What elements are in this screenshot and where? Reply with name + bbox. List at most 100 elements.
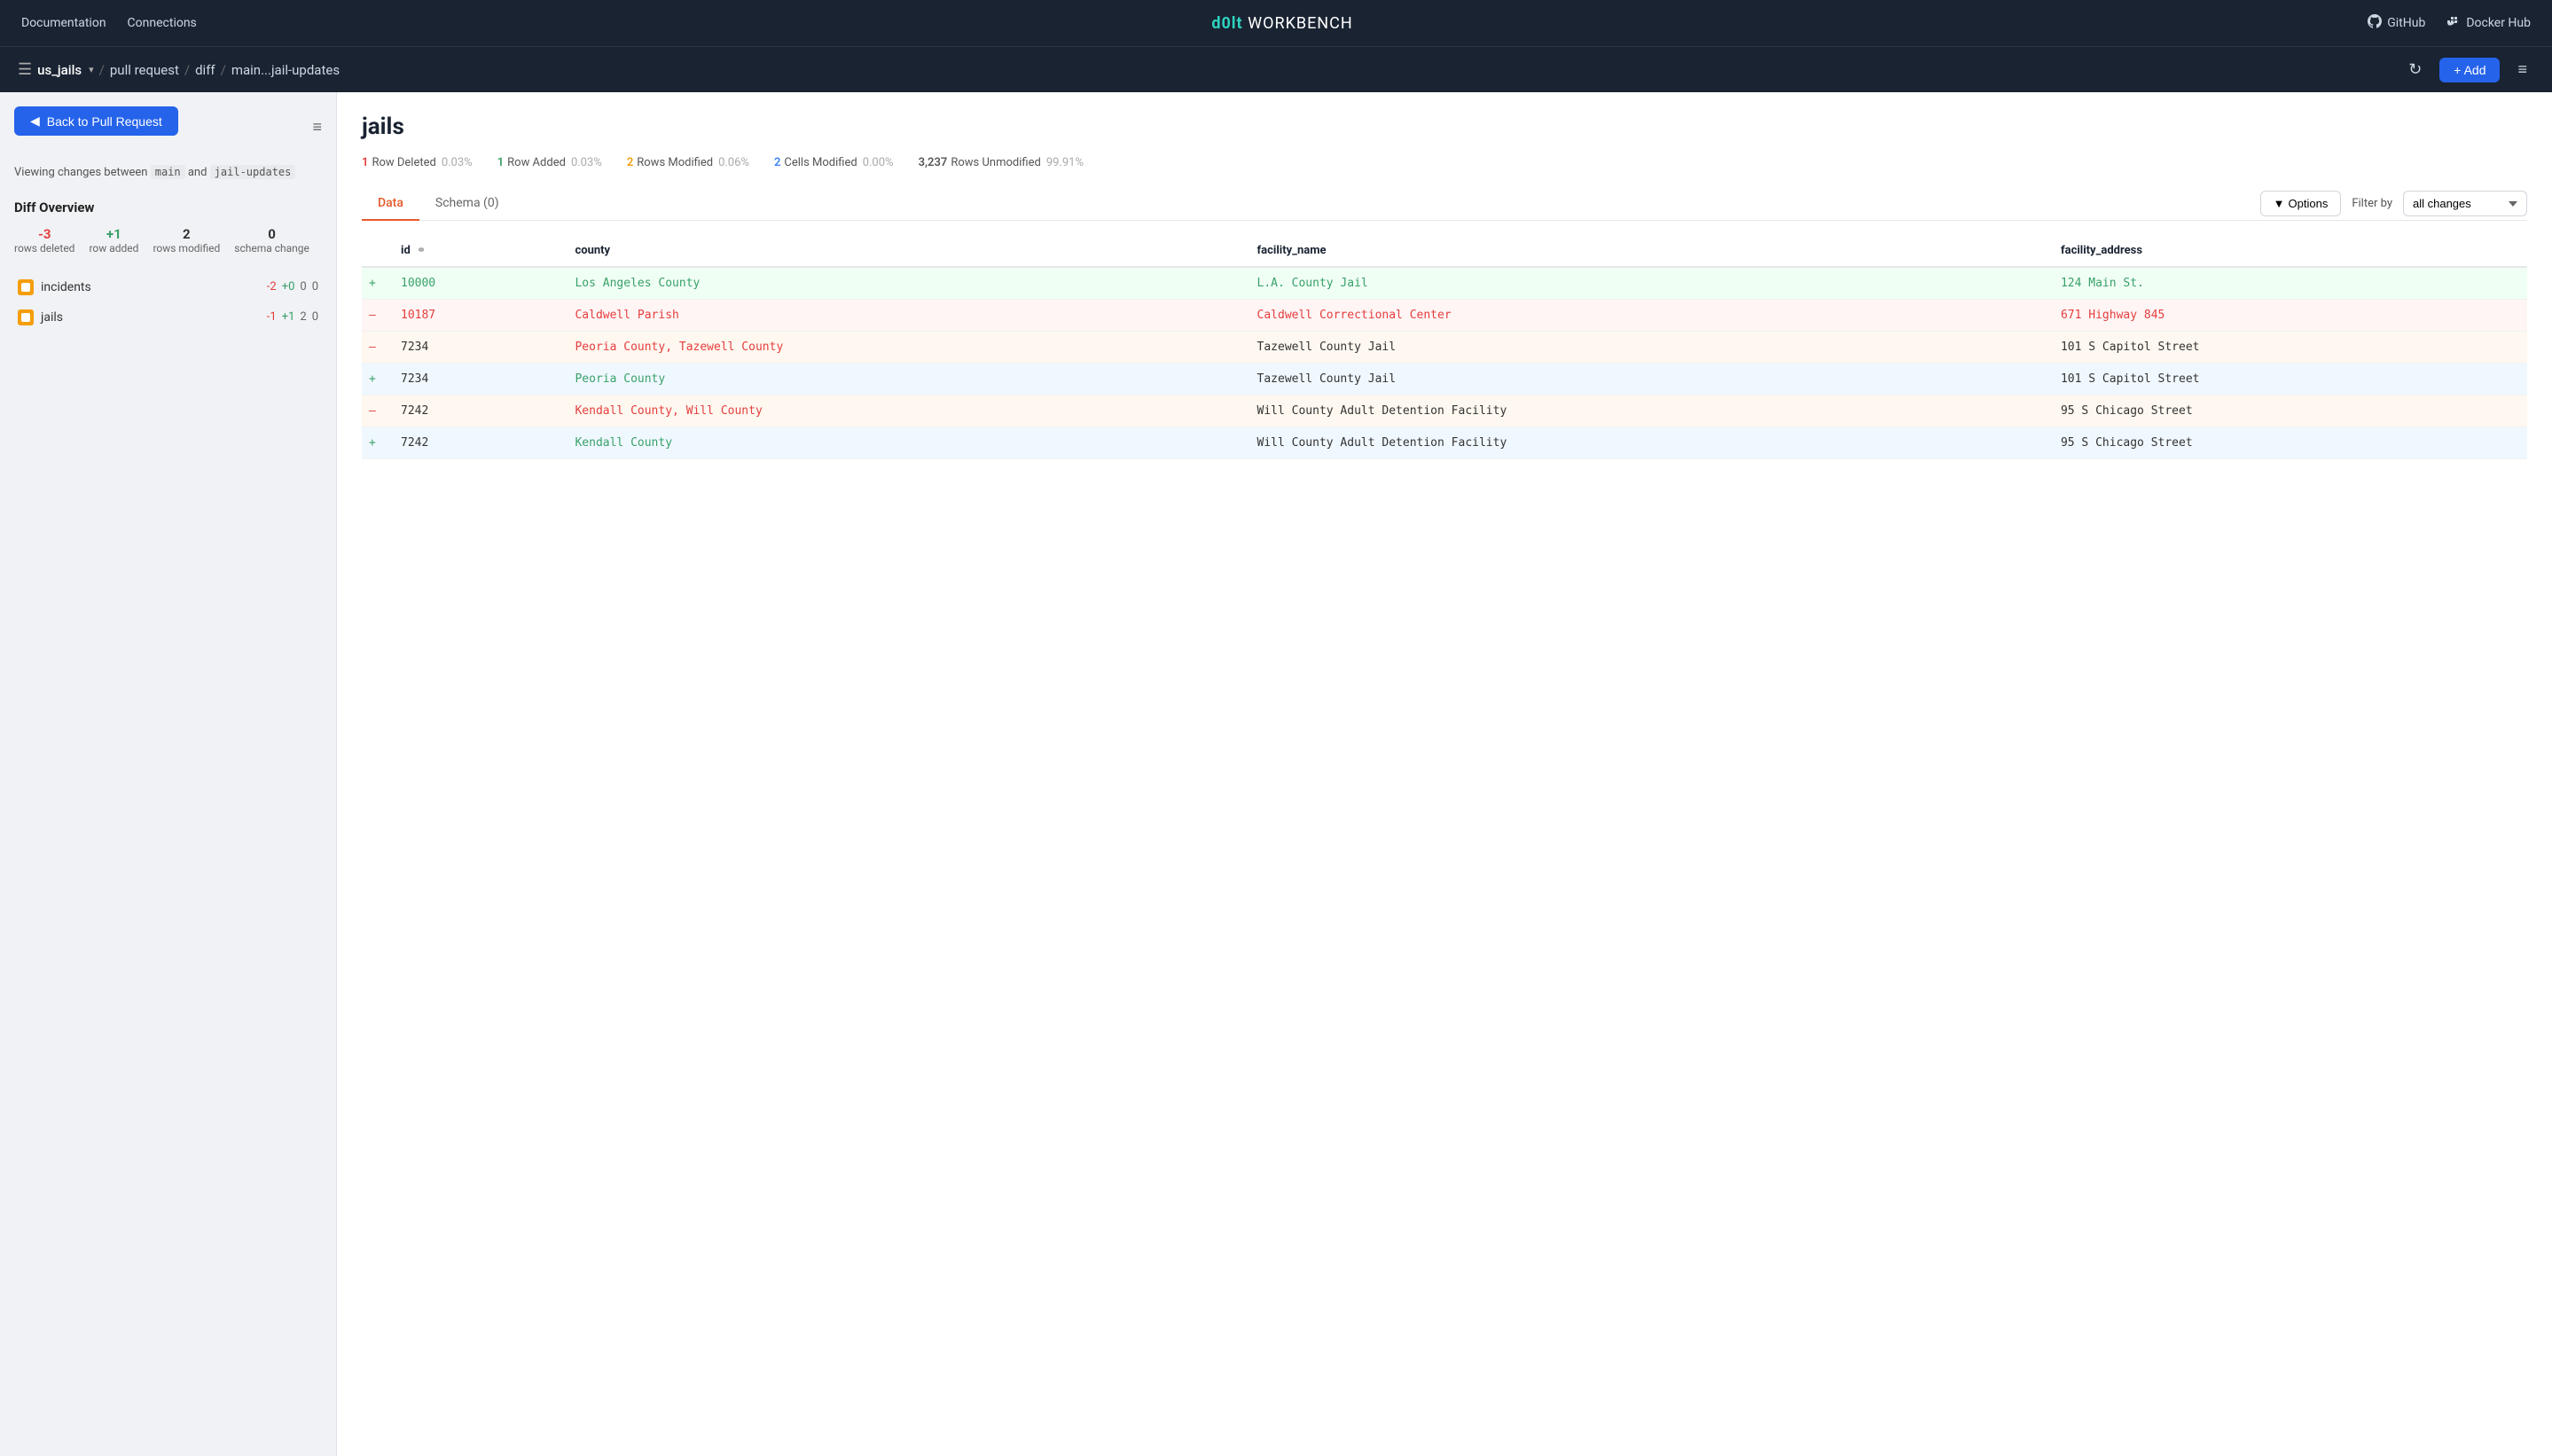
diff-sign: – xyxy=(369,309,376,322)
tabs: Data Schema (0) xyxy=(362,187,515,220)
logo-dolt: d0lt xyxy=(1211,14,1242,33)
nav-documentation[interactable]: Documentation xyxy=(21,16,106,30)
summary-unmodified: 3,237 Rows Unmodified 99.91% xyxy=(919,156,1084,169)
sidebar-menu-icon[interactable]: ≡ xyxy=(312,118,322,137)
diff-sign: + xyxy=(369,436,376,450)
cell-facility_name: Will County Adult Detention Facility xyxy=(1245,427,2048,459)
cell-facility_address: 124 Main St. xyxy=(2048,267,2527,300)
cell-facility_name: Caldwell Correctional Center xyxy=(1245,300,2048,332)
docker-label: Docker Hub xyxy=(2466,16,2531,30)
table-row: +7234Peoria CountyTazewell County Jail10… xyxy=(362,364,2527,395)
cell-id: 10187 xyxy=(388,300,562,332)
tab-controls: ▼ Options Filter by all changes added ro… xyxy=(2260,191,2527,216)
cell-county: Caldwell Parish xyxy=(562,300,1244,332)
cells-pct: 0.00% xyxy=(863,156,894,169)
path-pull-request[interactable]: pull request xyxy=(110,62,179,78)
cell-facility_address: 671 Highway 845 xyxy=(2048,300,2527,332)
menu-button[interactable]: ≡ xyxy=(2510,57,2534,82)
branch1-label: main xyxy=(151,165,185,179)
top-nav: Documentation Connections d0lt WORKBENCH… xyxy=(0,0,2552,46)
cell-facility_name: Will County Adult Detention Facility xyxy=(1245,395,2048,427)
diff-summary-bar: 1 Row Deleted 0.03% 1 Row Added 0.03% 2 … xyxy=(362,156,2527,169)
deleted-count: 1 xyxy=(362,156,368,169)
stat-rows-modified-num: 2 xyxy=(153,226,220,242)
diff-stats: -3 rows deleted +1 row added 2 rows modi… xyxy=(14,226,322,254)
table-row: –7234Peoria County, Tazewell CountyTazew… xyxy=(362,332,2527,364)
modified-count: 2 xyxy=(627,156,633,169)
jails-schema: 0 xyxy=(312,310,318,324)
diff-sign: + xyxy=(369,372,376,386)
cell-county: Kendall County, Will County xyxy=(562,395,1244,427)
jails-deleted: -1 xyxy=(267,310,277,324)
modified-pct: 0.06% xyxy=(718,156,749,169)
github-label: GitHub xyxy=(2387,16,2425,30)
diff-sign-cell: + xyxy=(362,267,388,300)
cell-facility_name: Tazewell County Jail xyxy=(1245,364,2048,395)
breadcrumb-actions: ↻ + Add ≡ xyxy=(2401,57,2534,82)
th-county: county xyxy=(562,235,1244,267)
stat-schema-change: 0 schema change xyxy=(234,226,309,254)
incidents-deleted: -2 xyxy=(267,280,277,294)
github-icon xyxy=(2368,14,2382,32)
cell-county: Peoria County xyxy=(562,364,1244,395)
jails-added: +1 xyxy=(282,310,295,324)
docker-icon xyxy=(2446,14,2461,32)
refresh-button[interactable]: ↻ xyxy=(2401,57,2429,82)
filter-select[interactable]: all changes added rows deleted rows modi… xyxy=(2403,191,2527,216)
cell-id: 7242 xyxy=(388,427,562,459)
summary-cells-modified: 2 Cells Modified 0.00% xyxy=(774,156,894,169)
cell-county: Kendall County xyxy=(562,427,1244,459)
th-id: id ⚭ xyxy=(388,235,562,267)
modified-label: Rows Modified xyxy=(637,156,713,169)
diff-sign-cell: – xyxy=(362,332,388,364)
add-button[interactable]: + Add xyxy=(2439,58,2500,82)
content-area: jails 1 Row Deleted 0.03% 1 Row Added 0.… xyxy=(337,92,2552,1456)
cell-id: 7234 xyxy=(388,364,562,395)
table-row: –7242Kendall County, Will CountyWill Cou… xyxy=(362,395,2527,427)
db-name[interactable]: us_jails xyxy=(37,62,82,78)
main-layout: ◀ Back to Pull Request ≡ Viewing changes… xyxy=(0,92,2552,1456)
cell-facility_address: 95 S Chicago Street xyxy=(2048,395,2527,427)
unmodified-label: Rows Unmodified xyxy=(951,156,1040,169)
table-changes-incidents: -2 +0 0 0 xyxy=(267,280,318,294)
nav-connections[interactable]: Connections xyxy=(128,16,197,30)
cell-county: Los Angeles County xyxy=(562,267,1244,300)
sidebar: ◀ Back to Pull Request ≡ Viewing changes… xyxy=(0,92,337,1456)
table-name-incidents: incidents xyxy=(41,280,260,294)
sep3: / xyxy=(221,62,226,78)
added-label: Row Added xyxy=(507,156,566,169)
table-item-jails[interactable]: jails -1 +1 2 0 xyxy=(14,302,322,333)
cell-facility_name: L.A. County Jail xyxy=(1245,267,2048,300)
options-chevron-icon: ▼ xyxy=(2274,197,2285,210)
diff-overview-title: Diff Overview xyxy=(14,200,322,215)
back-button-label: Back to Pull Request xyxy=(47,114,162,129)
added-pct: 0.03% xyxy=(571,156,602,169)
unmodified-pct: 99.91% xyxy=(1046,156,1084,169)
path-branch: main...jail-updates xyxy=(231,62,340,78)
table-row: +10000Los Angeles CountyL.A. County Jail… xyxy=(362,267,2527,300)
table-item-incidents[interactable]: incidents -2 +0 0 0 xyxy=(14,272,322,302)
deleted-label: Row Deleted xyxy=(372,156,435,169)
cell-id: 10000 xyxy=(388,267,562,300)
tab-bar: Data Schema (0) ▼ Options Filter by all … xyxy=(362,187,2527,221)
table-row: –10187Caldwell ParishCaldwell Correction… xyxy=(362,300,2527,332)
tab-data[interactable]: Data xyxy=(362,187,419,221)
back-to-pull-request-button[interactable]: ◀ Back to Pull Request xyxy=(14,106,178,136)
github-link[interactable]: GitHub xyxy=(2368,14,2425,32)
options-button[interactable]: ▼ Options xyxy=(2260,191,2342,216)
cell-facility_name: Tazewell County Jail xyxy=(1245,332,2048,364)
stat-schema-change-num: 0 xyxy=(234,226,309,242)
tab-schema[interactable]: Schema (0) xyxy=(419,187,515,221)
db-dropdown-icon[interactable]: ▾ xyxy=(89,64,94,75)
summary-added: 1 Row Added 0.03% xyxy=(497,156,602,169)
database-icon: ☰ xyxy=(18,60,32,79)
cell-id: 7234 xyxy=(388,332,562,364)
diff-sign-cell: – xyxy=(362,395,388,427)
cell-facility_address: 95 S Chicago Street xyxy=(2048,427,2527,459)
summary-modified: 2 Rows Modified 0.06% xyxy=(627,156,749,169)
path-diff[interactable]: diff xyxy=(195,62,215,78)
docker-link[interactable]: Docker Hub xyxy=(2446,14,2531,32)
stat-rows-modified-label: rows modified xyxy=(153,242,220,254)
diff-sign-cell: – xyxy=(362,300,388,332)
diff-sign-cell: + xyxy=(362,427,388,459)
